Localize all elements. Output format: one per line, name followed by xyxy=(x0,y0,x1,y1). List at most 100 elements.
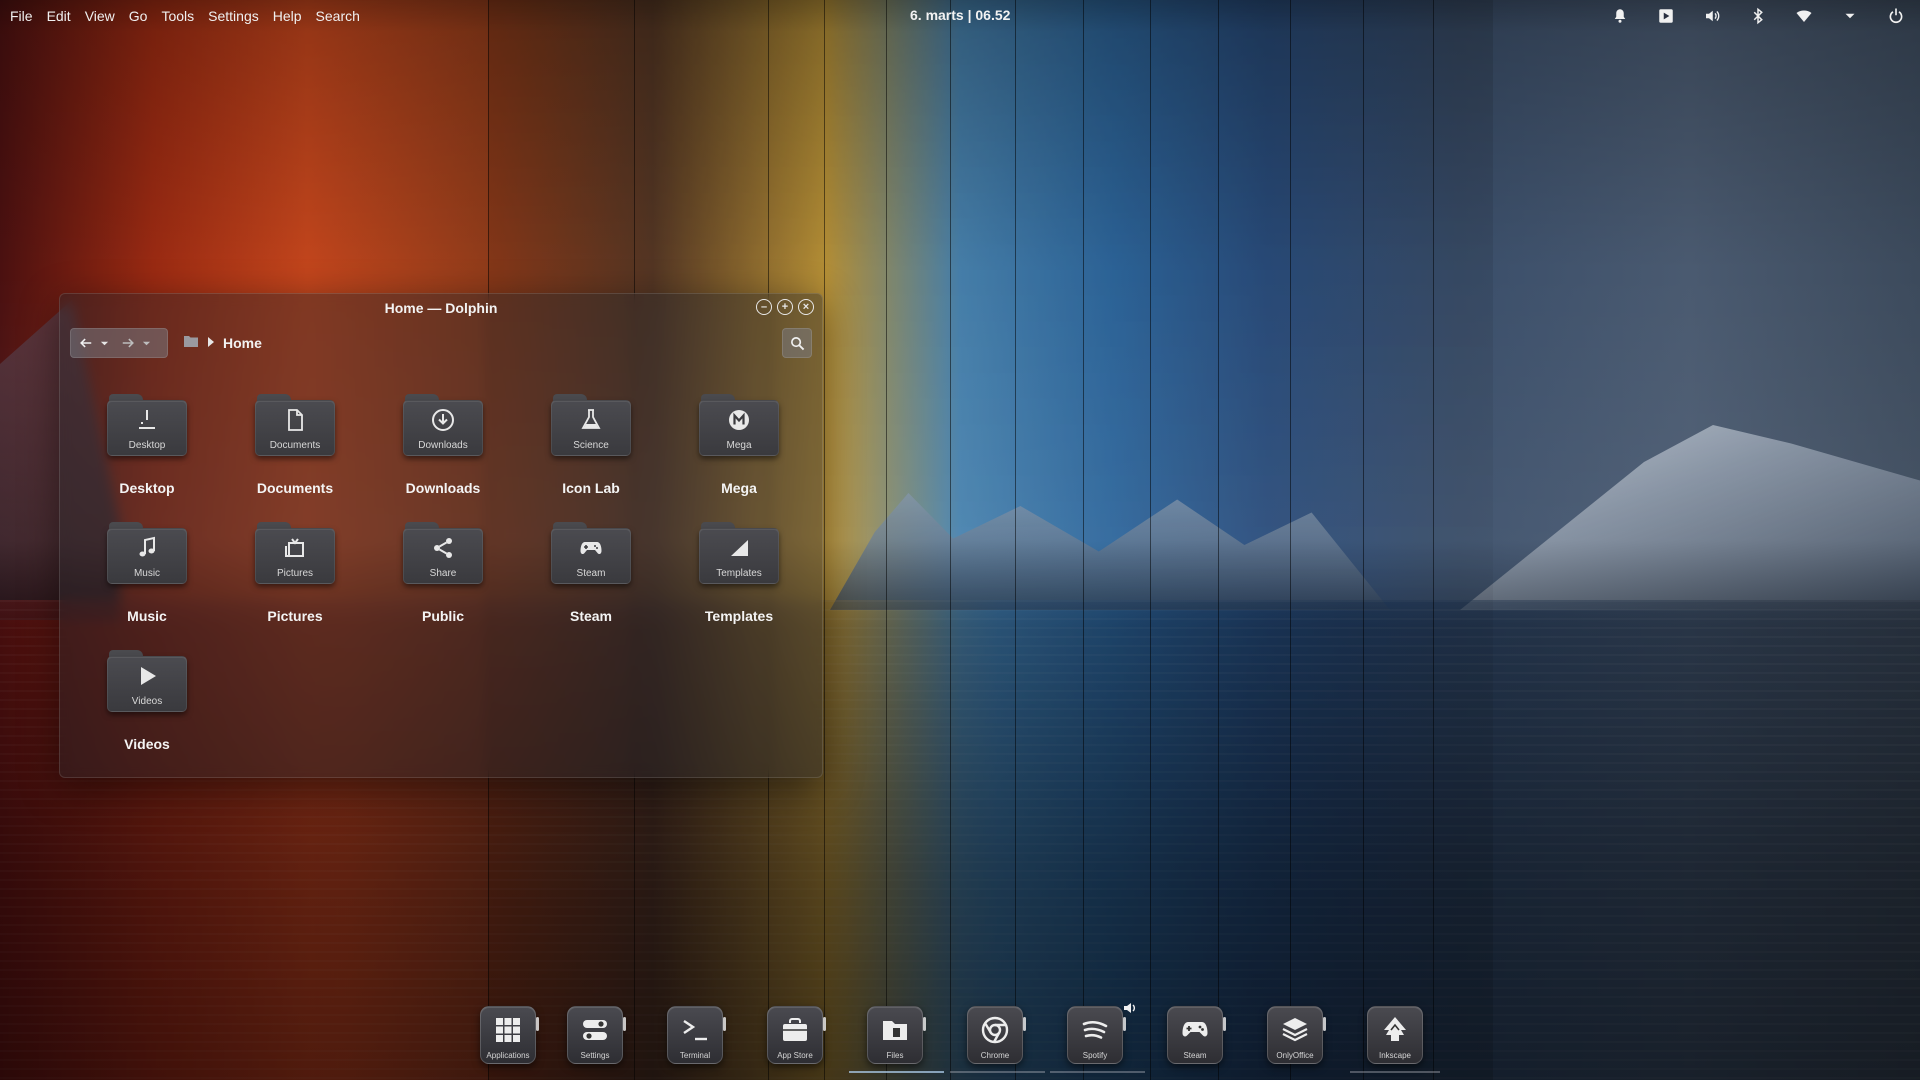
breadcrumb-home[interactable]: Home xyxy=(223,335,262,351)
top-menu-bar: File Edit View Go Tools Settings Help Se… xyxy=(0,0,1920,32)
dock-item-steam[interactable]: Steam xyxy=(1167,1006,1226,1064)
menu-search[interactable]: Search xyxy=(316,8,360,24)
toggle-settings-icon xyxy=(578,1015,612,1045)
dock-item-label: OnlyOffice xyxy=(1276,1051,1314,1060)
play-icon xyxy=(134,664,160,688)
folder-label: Desktop xyxy=(119,480,175,496)
steam-gamepad-icon xyxy=(1178,1015,1212,1045)
minimize-button[interactable]: – xyxy=(756,299,772,315)
dock-item-onlyoffice[interactable]: OnlyOffice xyxy=(1267,1006,1326,1064)
menu-file[interactable]: File xyxy=(10,8,33,24)
running-app-indicator xyxy=(1050,1071,1145,1073)
window-title: Home — Dolphin xyxy=(384,300,498,316)
folder-desktop[interactable]: Desktop Desktop xyxy=(82,394,212,514)
breadcrumb-chevron-right-icon[interactable] xyxy=(207,334,215,352)
wallpaper-strip xyxy=(1290,0,1363,1080)
running-indicator xyxy=(1323,1017,1326,1031)
download-icon xyxy=(430,408,456,432)
dock-item-terminal[interactable]: Terminal xyxy=(667,1006,726,1064)
template-icon xyxy=(726,536,752,560)
folder-label: Public xyxy=(421,608,464,624)
dock-item-settings[interactable]: Settings xyxy=(567,1006,626,1064)
wallpaper-strip xyxy=(824,0,886,1080)
folder-icon-caption: Mega xyxy=(726,440,752,451)
folder-icon: Downloads xyxy=(403,394,483,458)
menu-view[interactable]: View xyxy=(85,8,115,24)
store-bag-icon xyxy=(778,1015,812,1045)
tray-expand-icon[interactable] xyxy=(1840,6,1860,26)
folder-icon: Science xyxy=(551,394,631,458)
running-indicator xyxy=(1223,1017,1226,1031)
folder-icon-caption: Share xyxy=(429,568,457,579)
notification-bell-icon[interactable] xyxy=(1610,6,1630,26)
folder-public[interactable]: Share Public xyxy=(378,522,508,642)
power-icon[interactable] xyxy=(1886,6,1906,26)
dock-item-label: Chrome xyxy=(980,1051,1010,1060)
running-indicator xyxy=(536,1017,539,1031)
folder-icon-caption: Downloads xyxy=(418,440,468,451)
folder-templates[interactable]: Templates Templates xyxy=(674,522,804,642)
folder-icon-lab[interactable]: Science Icon Lab xyxy=(526,394,656,514)
folder-icon: Music xyxy=(107,522,187,586)
window-titlebar[interactable]: Home — Dolphin – + × xyxy=(60,294,822,322)
dock-item-inkscape[interactable]: Inkscape xyxy=(1367,1006,1423,1064)
close-button[interactable]: × xyxy=(798,299,814,315)
folder-music[interactable]: Music Music xyxy=(82,522,212,642)
dock-item-label: App Store xyxy=(777,1051,813,1060)
folder-icon: Templates xyxy=(699,522,779,586)
dock-item-applications[interactable]: Applications xyxy=(480,1006,539,1064)
folder-icon: Steam xyxy=(551,522,631,586)
folder-icon-caption: Templates xyxy=(716,568,762,579)
menu-help[interactable]: Help xyxy=(273,8,302,24)
menu-go[interactable]: Go xyxy=(129,8,148,24)
wallpaper-strip xyxy=(1218,0,1290,1080)
dock-item-app-store[interactable]: App Store xyxy=(767,1006,826,1064)
menu-settings[interactable]: Settings xyxy=(208,8,259,24)
forward-arrow-icon[interactable] xyxy=(119,332,137,354)
forward-history-chevron-down-icon[interactable] xyxy=(141,332,151,354)
desktop-icon xyxy=(134,408,160,432)
root-folder-icon[interactable] xyxy=(183,334,199,353)
running-indicator xyxy=(823,1017,826,1031)
window-controls: – + × xyxy=(756,299,814,315)
folder-label: Downloads xyxy=(405,480,481,496)
wifi-icon[interactable] xyxy=(1794,6,1814,26)
folder-steam[interactable]: Steam Steam xyxy=(526,522,656,642)
dock-item-label: Steam xyxy=(1183,1051,1207,1060)
volume-icon[interactable] xyxy=(1702,6,1722,26)
folder-label: Documents xyxy=(256,480,334,496)
flask-icon xyxy=(578,408,604,432)
media-player-icon[interactable] xyxy=(1656,6,1676,26)
back-history-chevron-down-icon[interactable] xyxy=(99,332,109,354)
clock[interactable]: 6. marts | 06.52 xyxy=(910,7,1010,23)
search-button[interactable] xyxy=(782,328,812,358)
menu-tools[interactable]: Tools xyxy=(161,8,194,24)
folder-videos[interactable]: Videos Videos xyxy=(82,650,212,770)
dock: Applications Settings Terminal App Store xyxy=(0,1000,1920,1080)
folder-pictures[interactable]: Pictures Pictures xyxy=(230,522,360,642)
app-grid-icon xyxy=(491,1015,525,1045)
folder-icon-caption: Pictures xyxy=(276,568,314,579)
layers-icon xyxy=(1278,1015,1312,1045)
folder-downloads[interactable]: Downloads Downloads xyxy=(378,394,508,514)
breadcrumb: Home xyxy=(183,328,262,358)
dock-item-label: Settings xyxy=(580,1051,610,1060)
bluetooth-icon[interactable] xyxy=(1748,6,1768,26)
maximize-button[interactable]: + xyxy=(777,299,793,315)
folder-mega[interactable]: Mega Mega xyxy=(674,394,804,514)
share-icon xyxy=(430,536,456,560)
dock-item-chrome[interactable]: Chrome xyxy=(967,1006,1026,1064)
folder-documents[interactable]: Documents Documents xyxy=(230,394,360,514)
wallpaper-strip xyxy=(886,0,950,1080)
folder-icon: Share xyxy=(403,522,483,586)
back-arrow-icon[interactable] xyxy=(77,332,95,354)
running-indicator xyxy=(1123,1017,1126,1031)
folder-icon: Documents xyxy=(255,394,335,458)
dock-item-spotify[interactable]: Spotify xyxy=(1067,1006,1126,1064)
folder-label: Mega xyxy=(721,480,757,496)
dock-item-files[interactable]: Files xyxy=(867,1006,926,1064)
dock-item-label: Applications xyxy=(486,1051,530,1060)
folder-label: Music xyxy=(127,608,167,624)
menu-edit[interactable]: Edit xyxy=(47,8,71,24)
running-indicator xyxy=(1023,1017,1026,1031)
